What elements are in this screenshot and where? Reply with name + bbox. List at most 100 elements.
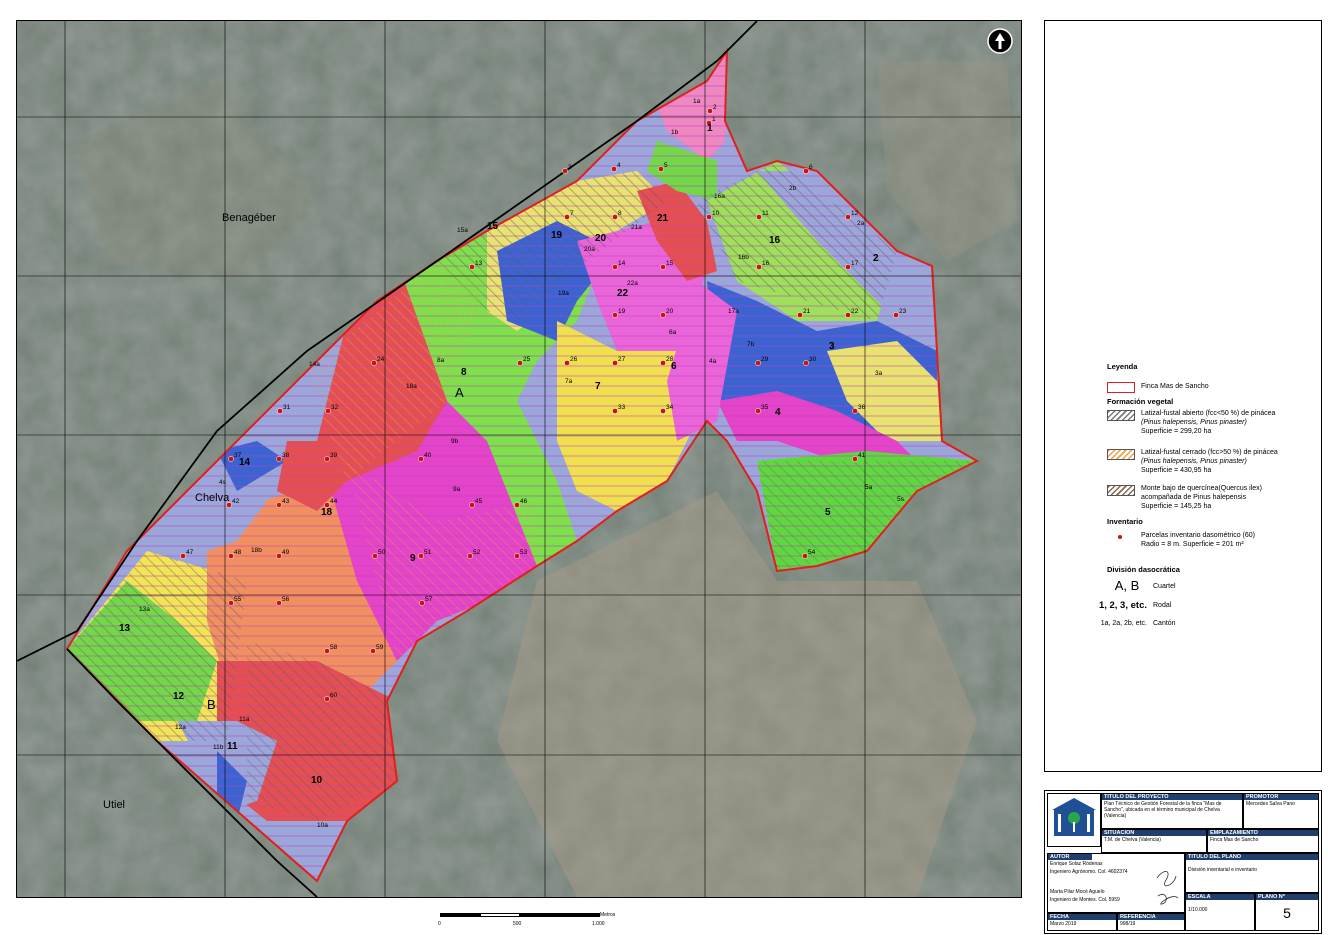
inventory-plot-marker[interactable]: [514, 502, 520, 508]
inventory-plot-marker[interactable]: [802, 553, 808, 559]
inventory-plot-marker[interactable]: [893, 312, 899, 318]
inventory-plot-marker[interactable]: [180, 553, 186, 559]
inventory-plot-marker[interactable]: [803, 360, 809, 366]
inventory-plot-marker[interactable]: [845, 312, 851, 318]
inventory-plot-label: 58: [330, 644, 338, 651]
proyecto-text: Plan Técnico de Gestión Forestal de la f…: [1104, 801, 1222, 819]
inventory-plot-label: 3: [568, 164, 572, 171]
inventory-plot-marker[interactable]: [852, 408, 858, 414]
inventory-plot-marker[interactable]: [276, 600, 282, 606]
inventory-plot-marker[interactable]: [419, 600, 425, 606]
inventory-plot-marker[interactable]: [755, 360, 761, 366]
logo-cell: [1047, 793, 1101, 847]
canton-label: 16a: [714, 193, 725, 200]
inventory-plot-marker[interactable]: [564, 214, 570, 220]
cuartel-label: B: [207, 697, 216, 712]
inventory-plot-marker[interactable]: [276, 502, 282, 508]
inventory-plot-label: 6: [809, 164, 813, 171]
inventory-plot-label: 45: [475, 498, 483, 505]
canton-label: 14a: [309, 361, 320, 368]
inventory-plot-label: 34: [666, 404, 674, 411]
inventory-plot-marker[interactable]: [612, 360, 618, 366]
inventory-plot-label: 40: [424, 452, 432, 459]
inventory-plot-marker[interactable]: [612, 264, 618, 270]
inventory-plot-marker[interactable]: [612, 214, 618, 220]
inventory-plot-label: 43: [282, 498, 290, 505]
signature-icon: [1156, 871, 1179, 905]
inventory-plot-marker[interactable]: [276, 456, 282, 462]
inventory-plot-marker[interactable]: [325, 408, 331, 414]
inventory-plot-marker[interactable]: [755, 408, 761, 414]
inventory-plot-marker[interactable]: [845, 214, 851, 220]
inventory-plot-marker[interactable]: [324, 696, 330, 702]
inventory-plot-marker[interactable]: [469, 502, 475, 508]
emplazamiento-text: Finca Mas de Sancho: [1210, 837, 1259, 843]
inventory-plot-marker[interactable]: [469, 264, 475, 270]
inventory-plot-marker[interactable]: [797, 312, 803, 318]
inventory-plot-marker[interactable]: [612, 408, 618, 414]
titulo-plano-label: TÍTULO DEL PLANO: [1186, 854, 1318, 860]
inventory-plot-marker[interactable]: [660, 264, 666, 270]
inventory-plot-marker[interactable]: [517, 360, 523, 366]
scale-label-0: 0: [438, 921, 441, 927]
inventory-plot-label: 22: [851, 308, 859, 315]
inventory-plot-marker[interactable]: [277, 408, 283, 414]
inventory-plot-marker[interactable]: [562, 168, 568, 174]
rodal-label: 12: [173, 691, 185, 702]
inventory-plot-marker[interactable]: [514, 553, 520, 559]
legend-open-l3: Superficie = 299,20 ha: [1141, 428, 1212, 435]
inventory-plot-marker[interactable]: [707, 108, 713, 114]
inventory-plot-marker[interactable]: [612, 312, 618, 318]
inventory-plot-marker[interactable]: [852, 456, 858, 462]
map-canvas[interactable]: 123 4 5 67 8 10 11 1213 14 15 16 1719 20 21 22 2324 25 26…: [17, 21, 1021, 897]
rodal-label: 9: [410, 553, 416, 564]
inventory-plot-marker[interactable]: [371, 360, 377, 366]
inventory-plot-marker[interactable]: [228, 600, 234, 606]
inventory-plot-label: 33: [618, 404, 626, 411]
inventory-plot-label: 21: [803, 308, 811, 315]
inventory-plot-marker[interactable]: [706, 214, 712, 220]
scale-label-500: 500: [513, 921, 522, 927]
inventory-plot-marker[interactable]: [418, 553, 424, 559]
inventory-plot-marker[interactable]: [467, 553, 473, 559]
college-logo-icon: [1052, 798, 1096, 836]
rodal-label: 2: [873, 253, 879, 264]
inventory-plot-marker[interactable]: [756, 214, 762, 220]
inventory-plot-marker[interactable]: [756, 264, 762, 270]
inventory-plot-label: 7: [570, 210, 574, 217]
inventory-plot-marker[interactable]: [276, 553, 282, 559]
legend-oak-swatch: [1107, 485, 1135, 496]
legend-cuartel-key: A, B: [1114, 578, 1140, 593]
inventory-plot-marker[interactable]: [660, 408, 666, 414]
rodal-label: 20: [595, 233, 607, 244]
inventory-plot-marker[interactable]: [370, 648, 376, 654]
legend-closed-swatch: [1107, 449, 1135, 460]
inventory-plot-marker[interactable]: [803, 168, 809, 174]
inventory-plot-marker[interactable]: [564, 360, 570, 366]
situacion-text: T.M. de Chelva (Valencia): [1104, 837, 1161, 843]
canton-label: 20a: [584, 246, 595, 253]
inventory-plot-marker[interactable]: [660, 360, 666, 366]
inventory-plot-label: 11: [762, 210, 769, 217]
rodal-label: 10: [311, 775, 323, 786]
inventory-plot-label: 1: [712, 116, 716, 123]
rodal-label: 6: [671, 361, 677, 372]
inventory-plot-marker[interactable]: [228, 553, 234, 559]
inventory-plot-label: 39: [330, 452, 338, 459]
inventory-plot-marker[interactable]: [324, 456, 330, 462]
map-frame[interactable]: 1 2 3 4 5 6 7 8 10 11 12 13 14 15 16 17 19 20 21 22 23 24 25 26…: [16, 20, 1022, 898]
inventory-plot-marker[interactable]: [845, 264, 851, 270]
inventory-plot-marker[interactable]: [418, 456, 424, 462]
inventory-plot-marker[interactable]: [658, 166, 664, 172]
canton-label: 5s: [897, 496, 905, 503]
inventory-plot-marker[interactable]: [324, 648, 330, 654]
escala-cell: ESCALA 1/10.000: [1185, 893, 1255, 931]
inventory-plot-marker[interactable]: [611, 166, 617, 172]
plano-cell: PLANO Nº 5: [1255, 893, 1319, 931]
inventory-plot-label: 35: [761, 404, 769, 411]
inventory-plot-label: 60: [330, 692, 338, 699]
inventory-plot-marker[interactable]: [228, 456, 234, 462]
canton-label: 7b: [747, 341, 755, 348]
inventory-plot-marker[interactable]: [660, 312, 666, 318]
inventory-plot-marker[interactable]: [372, 553, 378, 559]
